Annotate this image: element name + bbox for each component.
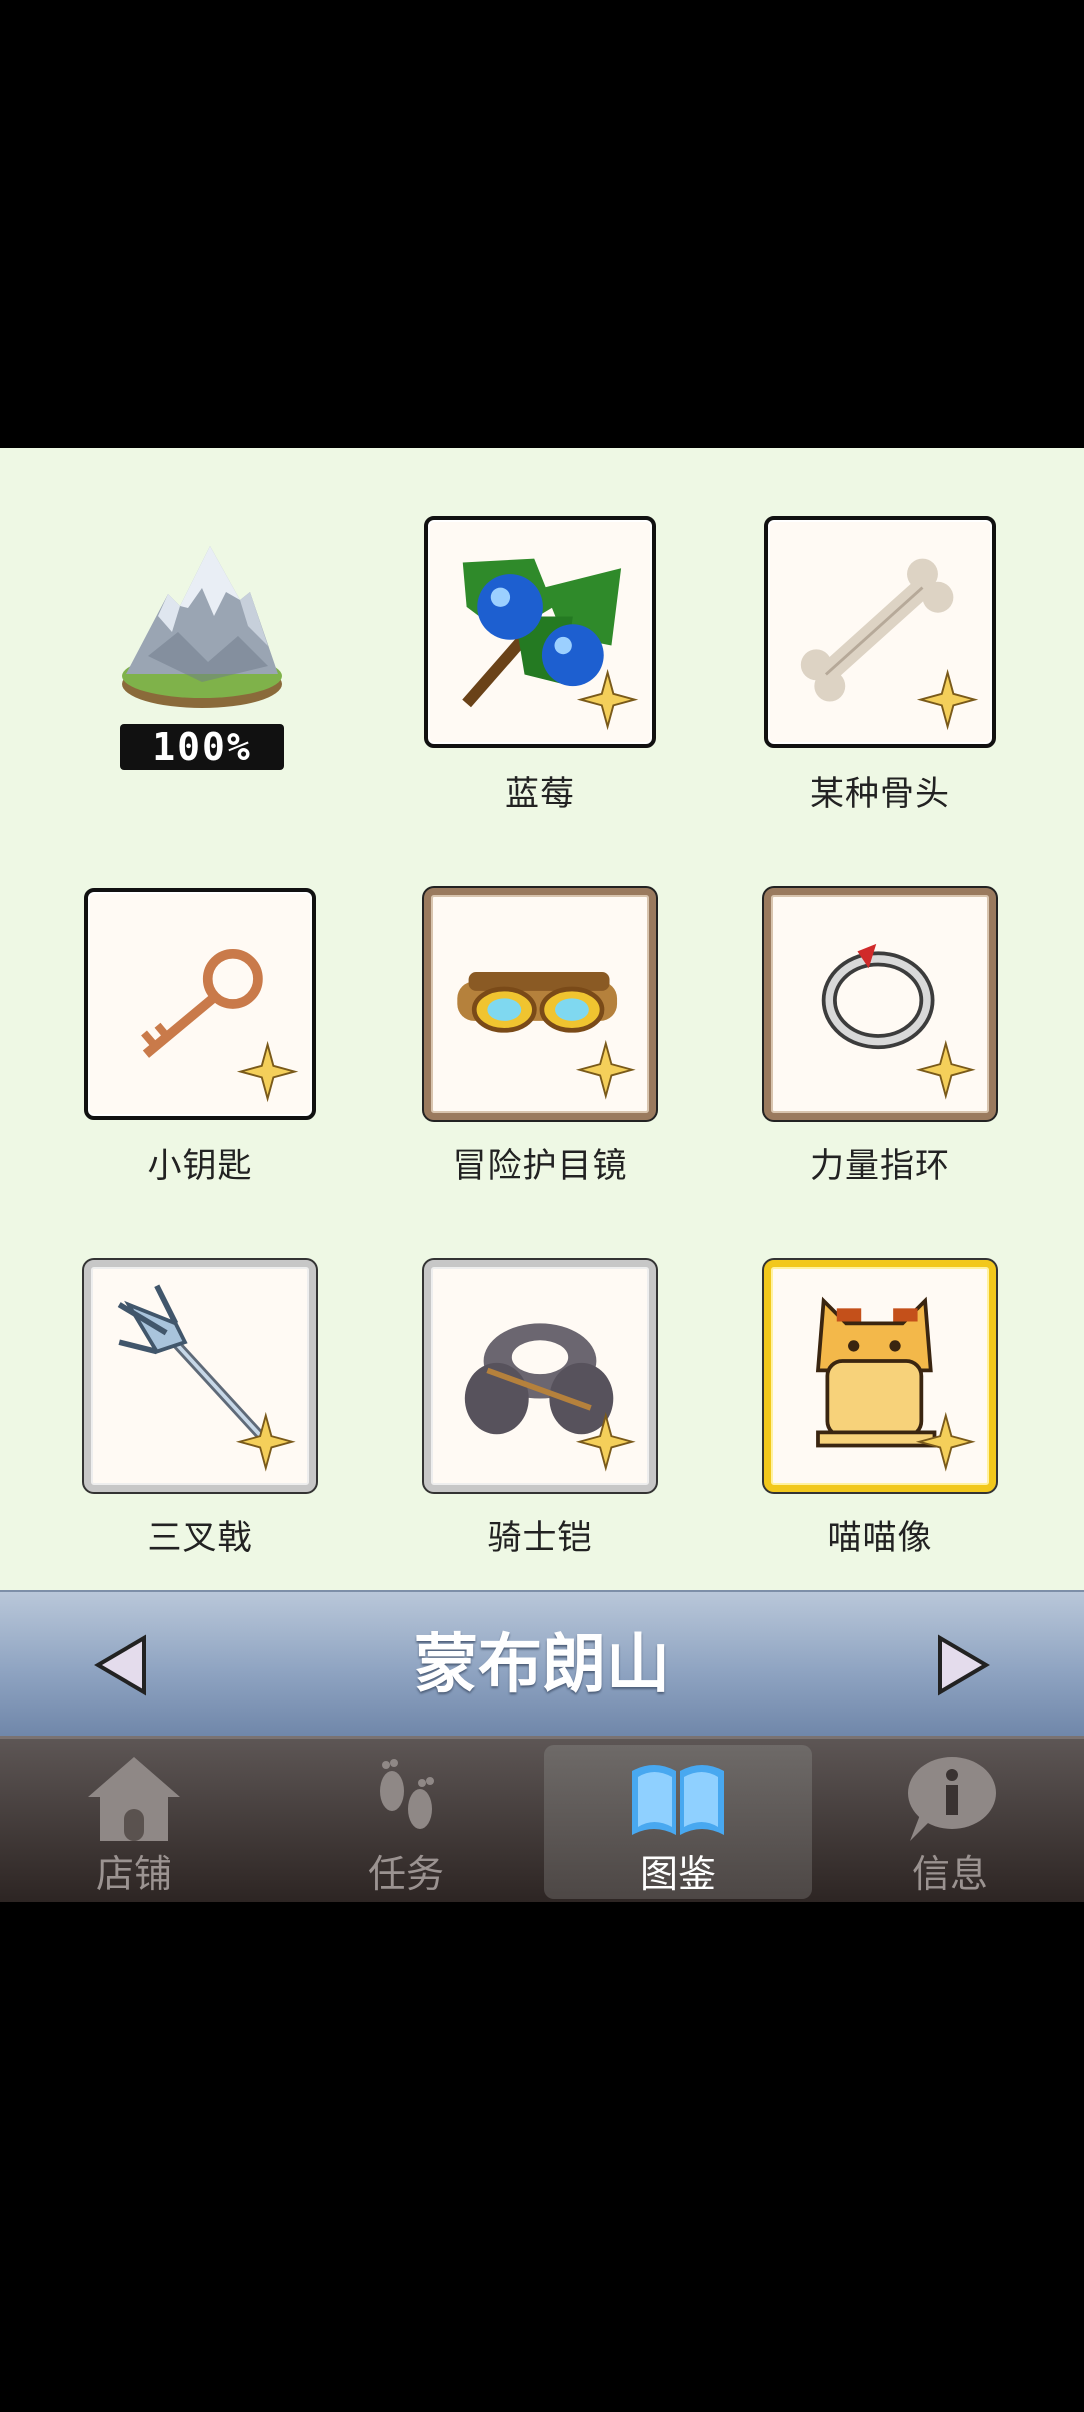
star-icon	[575, 1039, 636, 1100]
goggles-icon	[457, 972, 636, 1100]
star-icon	[915, 1039, 976, 1100]
region-title: 蒙布朗山	[414, 1628, 670, 1702]
star-icon	[916, 668, 979, 731]
item-card-goggles[interactable]: 冒险护目镜	[420, 888, 660, 1188]
item-label: 骑士铠	[487, 1518, 593, 1558]
top-letterbox	[0, 0, 1084, 448]
item-grid: 100% 蓝莓 某种骨头 小钥匙 冒险护目镜 力量指环 三叉戟 骑士铠 喵喵像	[0, 448, 1084, 1590]
bottom-tab-bar: 店铺 任务 图鉴 信息	[0, 1736, 1084, 1905]
bottom-letterbox	[0, 1902, 1084, 2412]
tab-info[interactable]: 信息	[816, 1745, 1084, 1899]
item-frame	[424, 1260, 656, 1492]
cat-statue-icon	[815, 1296, 976, 1472]
info-icon	[908, 1757, 996, 1841]
item-label: 蓝莓	[505, 774, 575, 814]
book-icon	[632, 1765, 724, 1835]
item-label: 喵喵像	[827, 1518, 933, 1558]
next-region-arrow-icon[interactable]	[932, 1632, 992, 1698]
star-icon	[236, 1040, 299, 1103]
trident-icon	[117, 1284, 296, 1472]
item-frame	[764, 516, 996, 748]
tab-label: 店铺	[95, 1852, 172, 1896]
armor-icon	[464, 1323, 636, 1472]
key-icon	[141, 948, 299, 1103]
item-card-ring[interactable]: 力量指环	[760, 888, 1000, 1188]
completion-percent: 100%	[120, 724, 284, 770]
item-label: 力量指环	[810, 1146, 950, 1186]
item-card-blueberry[interactable]: 蓝莓	[420, 516, 660, 816]
ring-icon	[821, 943, 976, 1100]
item-label: 小钥匙	[147, 1146, 253, 1186]
tab-quests[interactable]: 任务	[272, 1745, 540, 1899]
item-frame	[764, 888, 996, 1120]
item-frame	[84, 1260, 316, 1492]
tab-label: 图鉴	[639, 1852, 716, 1896]
item-card-key[interactable]: 小钥匙	[80, 888, 320, 1188]
bone-icon	[800, 558, 979, 731]
tab-shop[interactable]: 店铺	[0, 1745, 268, 1899]
star-icon	[915, 1411, 976, 1472]
item-frame	[424, 516, 656, 748]
tab-label: 信息	[911, 1852, 988, 1896]
footprints-icon	[380, 1759, 434, 1829]
item-frame	[764, 1260, 996, 1492]
item-card-trident[interactable]: 三叉戟	[80, 1260, 320, 1560]
item-label: 冒险护目镜	[452, 1146, 628, 1186]
collection-panel: 100% 蓝莓 某种骨头 小钥匙 冒险护目镜 力量指环 三叉戟 骑士铠 喵喵像	[0, 448, 1084, 1590]
item-card-bone[interactable]: 某种骨头	[760, 516, 1000, 816]
region-emblem: 100%	[82, 516, 322, 816]
item-label: 某种骨头	[810, 774, 950, 814]
tab-label: 任务	[367, 1852, 444, 1896]
mountain-icon	[122, 546, 282, 708]
tab-encyclopedia[interactable]: 图鉴	[544, 1745, 812, 1899]
item-card-armor[interactable]: 骑士铠	[420, 1260, 660, 1560]
item-frame	[424, 888, 656, 1120]
house-icon	[88, 1757, 180, 1841]
blueberry-icon	[462, 558, 639, 731]
region-selector-bar: 蒙布朗山	[0, 1590, 1084, 1738]
item-card-cat-statue[interactable]: 喵喵像	[760, 1260, 1000, 1560]
item-label: 三叉戟	[147, 1518, 253, 1558]
item-frame	[84, 888, 316, 1120]
